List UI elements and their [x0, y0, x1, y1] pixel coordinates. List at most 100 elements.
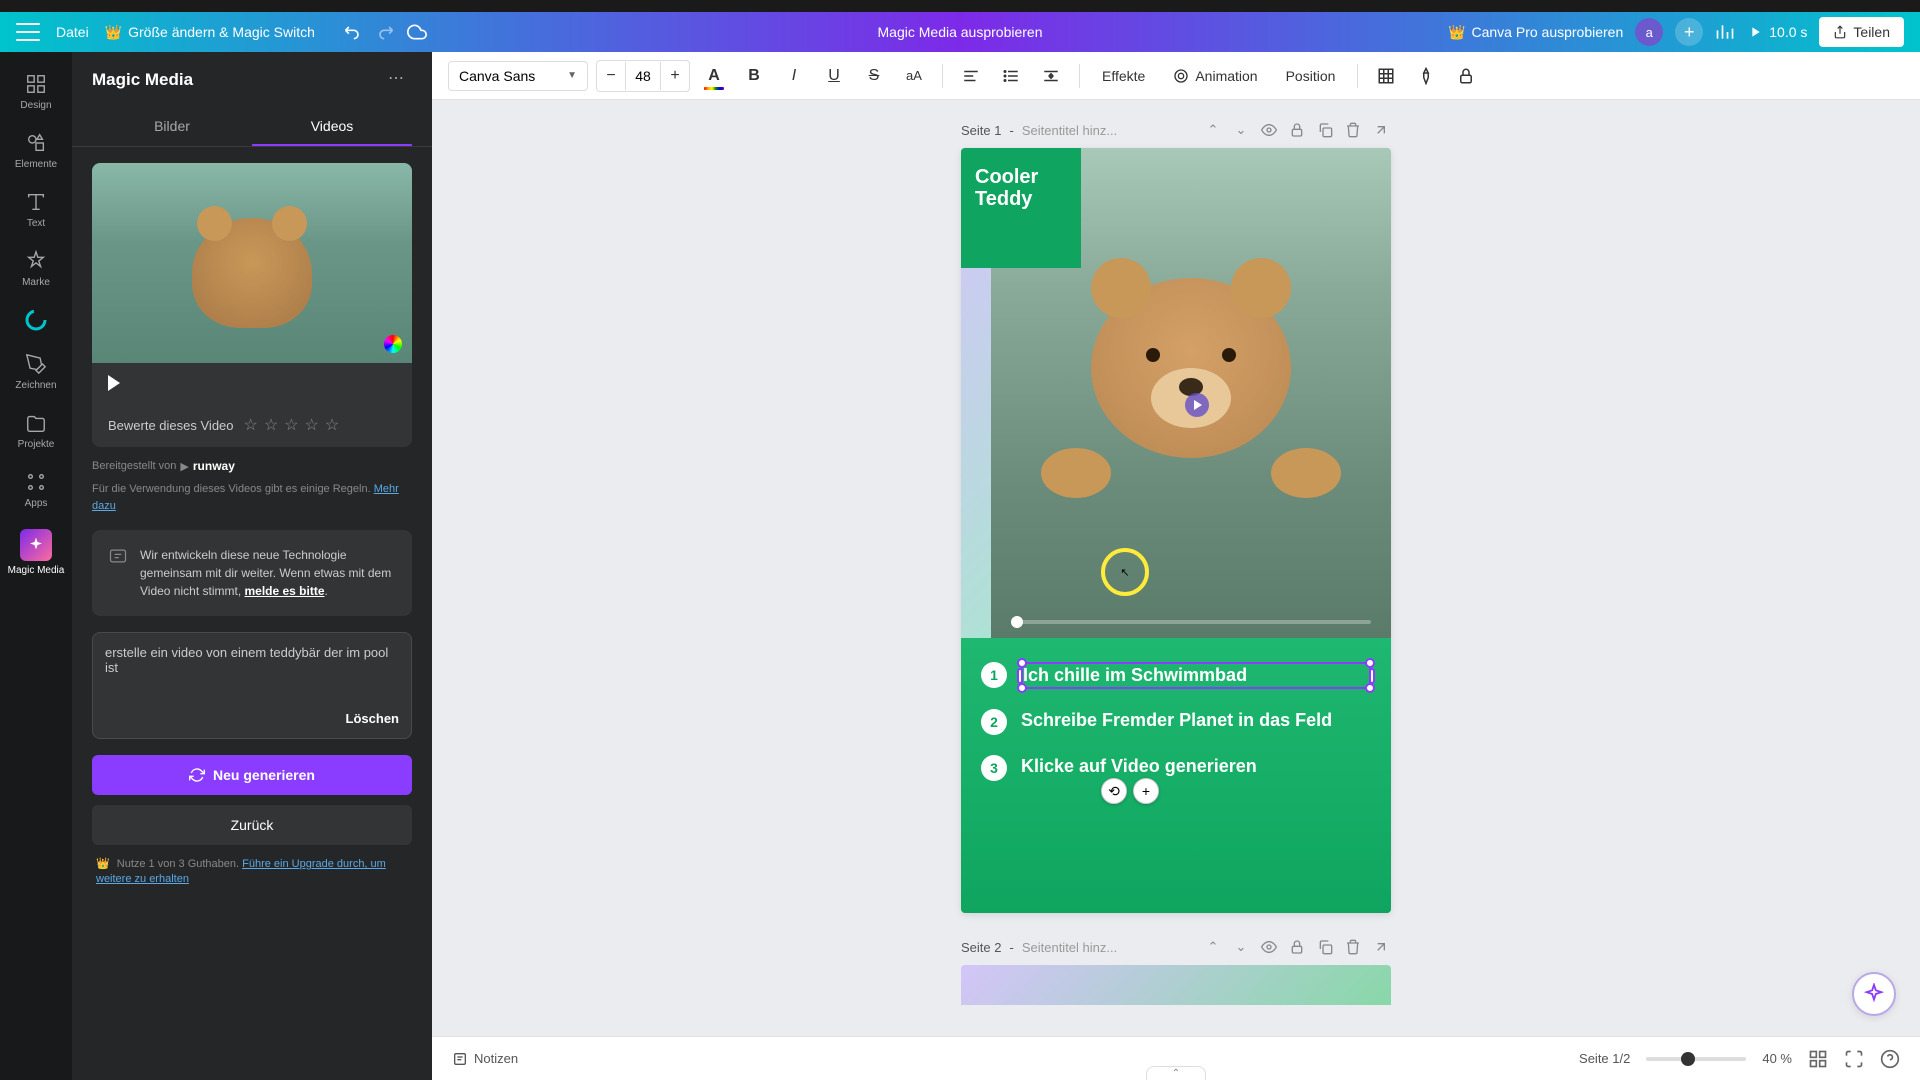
menu-icon[interactable] — [16, 23, 40, 41]
cloud-sync-icon[interactable] — [407, 22, 427, 42]
rail-magic-media[interactable]: Magic Media — [6, 521, 66, 584]
case-button[interactable]: aA — [898, 60, 930, 92]
lock-page-icon[interactable] — [1287, 937, 1307, 957]
visibility-icon[interactable] — [1259, 120, 1279, 140]
align-button[interactable] — [955, 60, 987, 92]
page-down-icon[interactable]: ⌄ — [1231, 937, 1251, 957]
assistant-fab[interactable] — [1852, 972, 1896, 1016]
zoom-slider[interactable] — [1646, 1057, 1746, 1061]
page-title-input[interactable]: Seitentitel hinz... — [1022, 940, 1117, 955]
video-result-card: Bewerte dieses Video ☆ ☆ ☆ ☆ ☆ — [92, 163, 412, 447]
back-button[interactable]: Zurück — [92, 805, 412, 845]
user-avatar[interactable]: a — [1635, 18, 1663, 46]
add-button[interactable]: + — [1133, 778, 1159, 804]
fullscreen-icon[interactable] — [1844, 1049, 1864, 1069]
notes-button[interactable]: Notizen — [452, 1051, 518, 1067]
effects-button[interactable]: Effekte — [1092, 62, 1155, 90]
progress-handle[interactable] — [1011, 616, 1023, 628]
grid-view-icon[interactable] — [1808, 1049, 1828, 1069]
page-title-input[interactable]: Seitentitel hinz... — [1022, 123, 1117, 138]
play-pause-icon[interactable] — [1185, 393, 1209, 417]
page-2-canvas[interactable] — [961, 965, 1391, 1005]
rail-draw[interactable]: Zeichnen — [6, 344, 66, 399]
play-icon — [108, 375, 120, 391]
rail-design[interactable]: Design — [6, 64, 66, 119]
selection-handle[interactable] — [1017, 683, 1027, 693]
selection-handle[interactable] — [1017, 658, 1027, 668]
selection-handle[interactable] — [1365, 683, 1375, 693]
font-select[interactable]: Canva Sans ▼ — [448, 61, 588, 91]
rail-projects[interactable]: Projekte — [6, 403, 66, 458]
generate-button[interactable]: Neu generieren — [92, 755, 412, 795]
strikethrough-button[interactable]: S — [858, 60, 890, 92]
delete-page-icon[interactable] — [1343, 937, 1363, 957]
resize-magic-switch[interactable]: 👑 Größe ändern & Magic Switch — [105, 24, 315, 41]
zoom-value[interactable]: 40 % — [1762, 1051, 1792, 1066]
step-3-text[interactable]: Klicke auf Video generieren — [1021, 755, 1371, 778]
spacing-button[interactable] — [1035, 60, 1067, 92]
rail-apps[interactable]: Apps — [6, 462, 66, 517]
report-link[interactable]: melde es bitte — [244, 584, 324, 598]
undo-icon[interactable] — [343, 22, 363, 42]
page-canvas[interactable]: Cooler Teddy ↖ 1 Ich chille im Schwimmba… — [961, 148, 1391, 913]
video-thumbnail[interactable] — [92, 163, 412, 363]
title-text[interactable]: Cooler Teddy — [975, 166, 1067, 210]
bold-button[interactable]: B — [738, 60, 770, 92]
zoom-handle[interactable] — [1681, 1052, 1695, 1066]
star-2[interactable]: ☆ — [264, 415, 278, 435]
increase-size-button[interactable]: + — [661, 61, 689, 91]
star-4[interactable]: ☆ — [305, 415, 319, 435]
play-button[interactable] — [92, 363, 412, 403]
animation-button[interactable]: Animation — [1163, 62, 1267, 90]
help-icon[interactable] — [1880, 1049, 1900, 1069]
clear-button[interactable]: Löschen — [105, 711, 399, 726]
prompt-input[interactable]: erstelle ein video von einem teddybär de… — [92, 632, 412, 739]
tab-images[interactable]: Bilder — [92, 108, 252, 146]
rail-magic-circle[interactable] — [6, 300, 66, 340]
rail-brand[interactable]: Marke — [6, 241, 66, 296]
redo-icon[interactable] — [375, 22, 395, 42]
underline-button[interactable]: U — [818, 60, 850, 92]
list-button[interactable] — [995, 60, 1027, 92]
video-progress-bar[interactable] — [1011, 620, 1371, 624]
delete-page-icon[interactable] — [1343, 120, 1363, 140]
rotate-button[interactable]: ⟲ — [1101, 778, 1127, 804]
duplicate-page-icon[interactable] — [1315, 120, 1335, 140]
copy-style-button[interactable] — [1410, 60, 1442, 92]
step-2-text[interactable]: Schreibe Fremder Planet in das Feld — [1021, 709, 1371, 732]
star-5[interactable]: ☆ — [325, 415, 339, 435]
selection-handle[interactable] — [1017, 668, 1023, 684]
rail-text[interactable]: Text — [6, 182, 66, 237]
page-up-icon[interactable]: ⌃ — [1203, 120, 1223, 140]
decrease-size-button[interactable]: − — [597, 61, 625, 91]
document-title[interactable]: Magic Media ausprobieren — [878, 24, 1043, 40]
duration-button[interactable]: 10.0 s — [1747, 24, 1807, 40]
star-1[interactable]: ☆ — [244, 415, 258, 435]
tab-videos[interactable]: Videos — [252, 108, 412, 146]
page-up-icon[interactable]: ⌃ — [1203, 937, 1223, 957]
visibility-icon[interactable] — [1259, 937, 1279, 957]
step-1-text[interactable]: Ich chille im Schwimmbad — [1021, 662, 1371, 689]
expand-page-icon[interactable] — [1371, 120, 1391, 140]
selection-handle[interactable] — [1369, 668, 1375, 684]
more-icon[interactable]: ⋯ — [388, 68, 412, 92]
add-collaborator-button[interactable]: + — [1675, 18, 1703, 46]
share-button[interactable]: Teilen — [1819, 17, 1904, 47]
selection-handle[interactable] — [1365, 658, 1375, 668]
file-menu[interactable]: Datei — [56, 24, 89, 40]
font-size-input[interactable]: 48 — [625, 62, 661, 90]
lock-page-icon[interactable] — [1287, 120, 1307, 140]
star-3[interactable]: ☆ — [284, 415, 298, 435]
insights-icon[interactable] — [1715, 22, 1735, 42]
lock-button[interactable] — [1450, 60, 1482, 92]
duplicate-page-icon[interactable] — [1315, 937, 1335, 957]
italic-button[interactable]: I — [778, 60, 810, 92]
page-down-icon[interactable]: ⌄ — [1231, 120, 1251, 140]
text-color-button[interactable]: A — [698, 60, 730, 92]
transparency-button[interactable] — [1370, 60, 1402, 92]
pro-cta[interactable]: 👑 Canva Pro ausprobieren — [1448, 24, 1623, 41]
expand-page-icon[interactable] — [1371, 937, 1391, 957]
rail-elements[interactable]: Elemente — [6, 123, 66, 178]
page-indicator[interactable]: Seite 1/2 — [1579, 1051, 1630, 1066]
position-button[interactable]: Position — [1276, 62, 1346, 90]
